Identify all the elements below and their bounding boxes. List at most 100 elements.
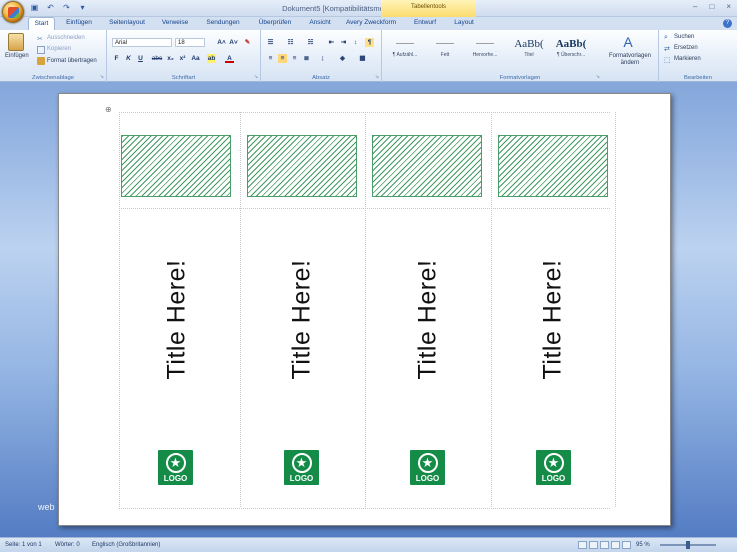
table-move-handle-icon[interactable]: ⊕ (105, 105, 112, 114)
logo-badge[interactable]: ★ LOGO (410, 450, 445, 485)
increase-indent-icon[interactable]: ⇥ (339, 38, 348, 47)
maximize-button[interactable]: □ (709, 2, 714, 11)
shrink-font-icon[interactable]: A˅ (229, 38, 238, 47)
change-styles-icon[interactable]: A (620, 34, 636, 50)
tab-ueberpruefen[interactable]: Überprüfen (252, 17, 298, 30)
tab-einfuegen[interactable]: Einfügen (60, 17, 98, 30)
change-styles-button[interactable]: Formatvorlagen ändern (604, 53, 656, 67)
show-formatting-icon[interactable]: ¶ (365, 38, 374, 47)
close-button[interactable]: × (726, 2, 731, 11)
font-dialog-launcher-icon[interactable]: ↘ (254, 74, 258, 80)
multilevel-list-icon[interactable]: ☵ (306, 38, 315, 47)
table-gridline (119, 112, 120, 507)
replace-icon: ⇄ (664, 46, 670, 53)
star-icon: ★ (165, 453, 186, 473)
line-spacing-icon[interactable]: ↨ (318, 54, 327, 63)
style-tile-hervorhebung[interactable]: ——— Hervorhe... (468, 34, 502, 66)
paragraph-group: ☰ ☷ ☵ ⇤ ⇥ ↕ ¶ ≡ ≡ ≡ ≣ ↨ ◈ ▦ Absatz ↘ (261, 30, 382, 82)
paste-button[interactable]: Einfügen (5, 53, 29, 59)
label-image-placeholder[interactable] (247, 135, 357, 197)
paste-icon[interactable] (8, 33, 24, 51)
style-tile-fett[interactable]: ——— Fett (428, 34, 462, 66)
align-left-icon[interactable]: ≡ (266, 54, 275, 63)
underline-button[interactable]: U (136, 54, 145, 63)
page-count[interactable]: Seite: 1 von 1 (5, 542, 42, 548)
background-text: web (38, 502, 55, 512)
font-group-label: Schriftart (171, 75, 196, 81)
font-size-combo[interactable]: 18 (175, 38, 205, 47)
tab-entwurf[interactable]: Entwurf (407, 17, 443, 30)
label-title[interactable]: Title Here! (533, 249, 573, 389)
numbering-icon[interactable]: ☷ (286, 38, 295, 47)
web-layout-view-icon[interactable] (600, 541, 609, 549)
label-image-placeholder[interactable] (498, 135, 608, 197)
cut-button[interactable]: Ausschneiden (47, 35, 85, 41)
italic-button[interactable]: K (124, 54, 133, 63)
borders-icon[interactable]: ▦ (358, 54, 367, 63)
tab-layout[interactable]: Layout (448, 17, 480, 30)
clipboard-group: Einfügen ✂ Ausschneiden Kopieren Format … (0, 30, 107, 82)
clear-format-icon[interactable]: ✎ (243, 38, 252, 47)
outline-view-icon[interactable] (611, 541, 620, 549)
style-tile-aufzaehlung[interactable]: ——— ¶ Aufzähl... (388, 34, 422, 66)
style-tile-ueberschrift[interactable]: AaBb( ¶ Überschr... (554, 34, 588, 66)
highlight-icon[interactable]: ab (207, 54, 216, 63)
grow-font-icon[interactable]: A˄ (217, 38, 226, 47)
strikethrough-button[interactable]: abc (150, 54, 164, 63)
find-button[interactable]: Suchen (674, 34, 694, 40)
clipboard-dialog-launcher-icon[interactable]: ↘ (100, 74, 104, 80)
change-case-button[interactable]: Aa (190, 54, 201, 63)
format-painter-button[interactable]: Format übertragen (47, 58, 97, 64)
office-button[interactable] (2, 1, 24, 23)
zoom-level[interactable]: 95 % (636, 542, 650, 548)
label-image-placeholder[interactable] (372, 135, 482, 197)
ribbon-tabs: Start Einfügen Seitenlayout Verweise Sen… (0, 17, 737, 30)
tab-avery-zweckform[interactable]: Avery Zweckform (342, 17, 400, 30)
print-layout-view-icon[interactable] (578, 541, 587, 549)
table-gridline (119, 112, 610, 113)
decrease-indent-icon[interactable]: ⇤ (327, 38, 336, 47)
tab-seitenlayout[interactable]: Seitenlayout (104, 17, 150, 30)
find-icon: ⌕ (664, 34, 668, 41)
font-color-icon[interactable]: A (225, 54, 234, 63)
language-indicator[interactable]: Englisch (Großbritannien) (92, 542, 160, 548)
tab-sendungen[interactable]: Sendungen (200, 17, 246, 30)
bullets-icon[interactable]: ☰ (266, 38, 275, 47)
logo-badge[interactable]: ★ LOGO (284, 450, 319, 485)
label-image-placeholder[interactable] (121, 135, 231, 197)
format-painter-icon (37, 57, 45, 65)
label-title[interactable]: Title Here! (408, 249, 448, 389)
align-right-icon[interactable]: ≡ (290, 54, 299, 63)
star-icon: ★ (291, 453, 312, 473)
shading-icon[interactable]: ◈ (338, 54, 347, 63)
cell-marker-icon: · (113, 148, 115, 154)
replace-button[interactable]: Ersetzen (674, 45, 698, 51)
tab-verweise[interactable]: Verweise (157, 17, 193, 30)
justify-icon[interactable]: ≣ (302, 54, 311, 63)
styles-dialog-launcher-icon[interactable]: ↘ (596, 74, 600, 80)
bold-button[interactable]: F (112, 54, 121, 63)
minimize-button[interactable]: – (693, 2, 697, 11)
select-icon: ⬚ (664, 57, 671, 64)
font-name-combo[interactable]: Arial (112, 38, 172, 47)
tab-ansicht[interactable]: Ansicht (303, 17, 337, 30)
document-page[interactable]: ⊕ · · · · Title Here! ★ LOGO Title Here!… (58, 93, 671, 526)
select-button[interactable]: Markieren (674, 56, 701, 62)
subscript-button[interactable]: x₂ (165, 54, 176, 63)
style-tile-titel[interactable]: AaBb( Titel (512, 34, 546, 66)
sort-icon[interactable]: ↕ (351, 38, 360, 47)
help-icon[interactable]: ? (723, 19, 732, 28)
zoom-slider[interactable] (660, 541, 716, 549)
tab-start[interactable]: Start (28, 17, 55, 30)
paragraph-dialog-launcher-icon[interactable]: ↘ (375, 74, 379, 80)
superscript-button[interactable]: x² (177, 54, 188, 63)
label-title[interactable]: Title Here! (157, 249, 197, 389)
draft-view-icon[interactable] (622, 541, 631, 549)
word-count[interactable]: Wörter: 0 (55, 542, 80, 548)
align-center-icon[interactable]: ≡ (278, 54, 287, 63)
logo-badge[interactable]: ★ LOGO (536, 450, 571, 485)
label-title[interactable]: Title Here! (282, 249, 322, 389)
full-screen-view-icon[interactable] (589, 541, 598, 549)
logo-badge[interactable]: ★ LOGO (158, 450, 193, 485)
copy-button[interactable]: Kopieren (47, 46, 71, 52)
